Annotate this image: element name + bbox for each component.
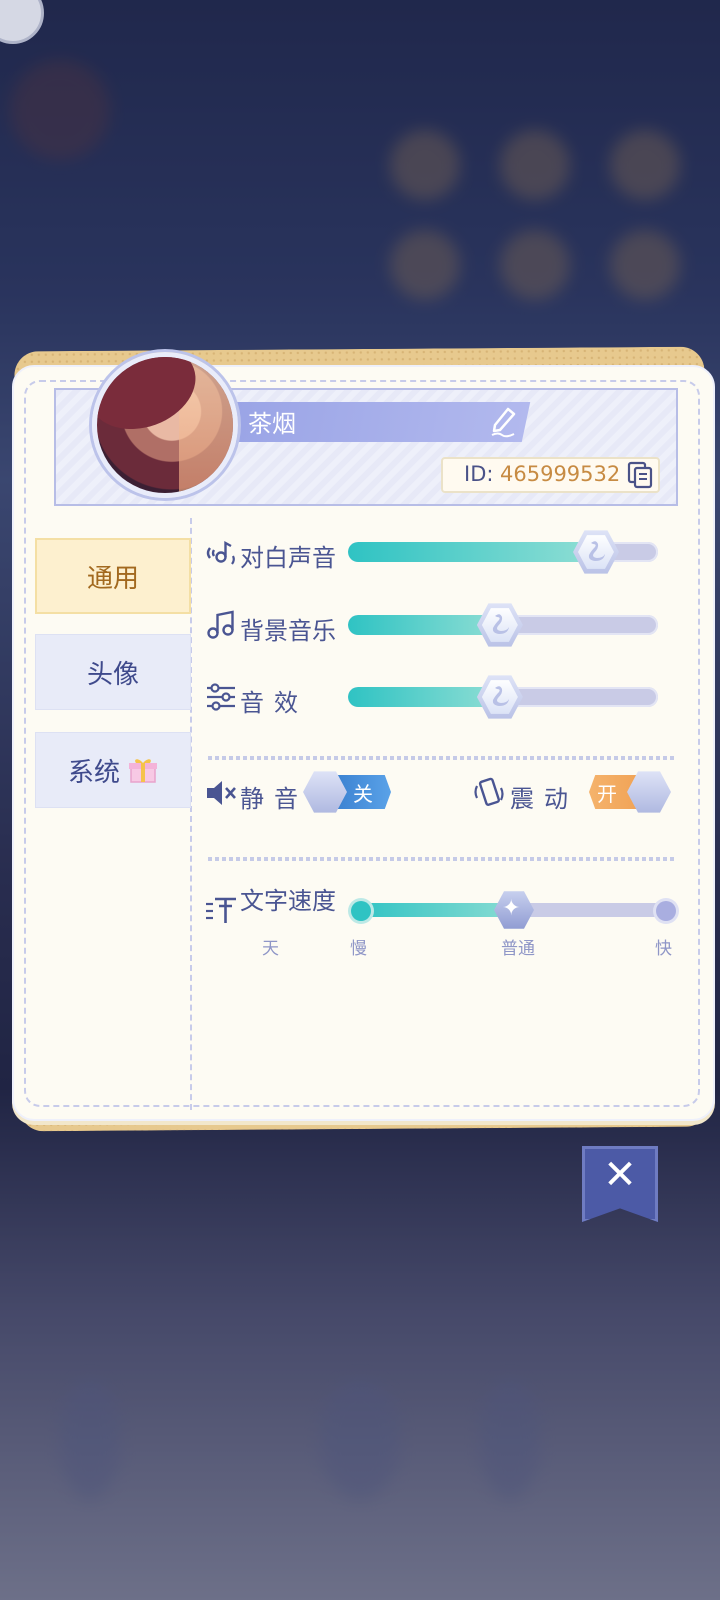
close-icon: ✕ [603, 1152, 637, 1198]
phone-vibrate-icon [474, 777, 504, 806]
music-note-icon [207, 610, 234, 639]
dialogue-voice-label: 对白声音 [240, 544, 336, 572]
speed-tick-label: 慢 [350, 939, 367, 959]
speed-tick-label: 快 [655, 939, 672, 959]
speed-tick-label: 天 [262, 939, 279, 959]
bgm-label: 背景音乐 [240, 617, 336, 645]
voice-icon [206, 540, 235, 565]
speed-tick-label: 普通 [501, 939, 535, 959]
sfx-label: 音效 [240, 689, 308, 717]
vibration-toggle-state: 开 [597, 782, 617, 806]
gift-icon [129, 759, 157, 783]
swan-icon [492, 614, 509, 634]
swan-icon [492, 686, 509, 706]
tab-avatar[interactable]: 头像 [35, 634, 191, 710]
player-name: 茶烟 [248, 410, 296, 438]
speaker-muted-icon [207, 781, 236, 805]
copy-icon[interactable] [627, 461, 653, 489]
speed-end-dot [656, 901, 676, 921]
avatar[interactable] [92, 352, 238, 498]
mute-toggle-state: 关 [353, 782, 373, 806]
star-icon: ✦ [502, 896, 521, 921]
equalizer-icon [207, 683, 235, 711]
tab-system-label: 系统 [67, 757, 120, 788]
speed-start-dot [351, 901, 371, 921]
tab-general-label: 通用 [86, 563, 139, 594]
text-speed-icon [206, 897, 236, 923]
tab-avatar-label: 头像 [86, 659, 139, 690]
id-value: 465999532 [500, 462, 621, 486]
tab-system[interactable]: 系统 [35, 732, 191, 808]
mute-label: 静音 [240, 785, 308, 813]
tab-general[interactable]: 通用 [35, 538, 191, 614]
vibration-label: 震动 [510, 785, 578, 813]
swan-icon [588, 541, 605, 561]
section-divider [208, 756, 676, 760]
id-label: ID: [464, 462, 494, 486]
vibration-toggle[interactable]: 开 [579, 771, 671, 813]
mute-toggle[interactable]: 关 [303, 771, 395, 813]
text-speed-slider-fill [355, 903, 510, 917]
text-speed-label: 文字速度 [240, 887, 336, 915]
section-divider [208, 857, 676, 861]
edit-name-icon[interactable] [488, 406, 518, 438]
dialogue-voice-slider-fill [348, 542, 596, 562]
